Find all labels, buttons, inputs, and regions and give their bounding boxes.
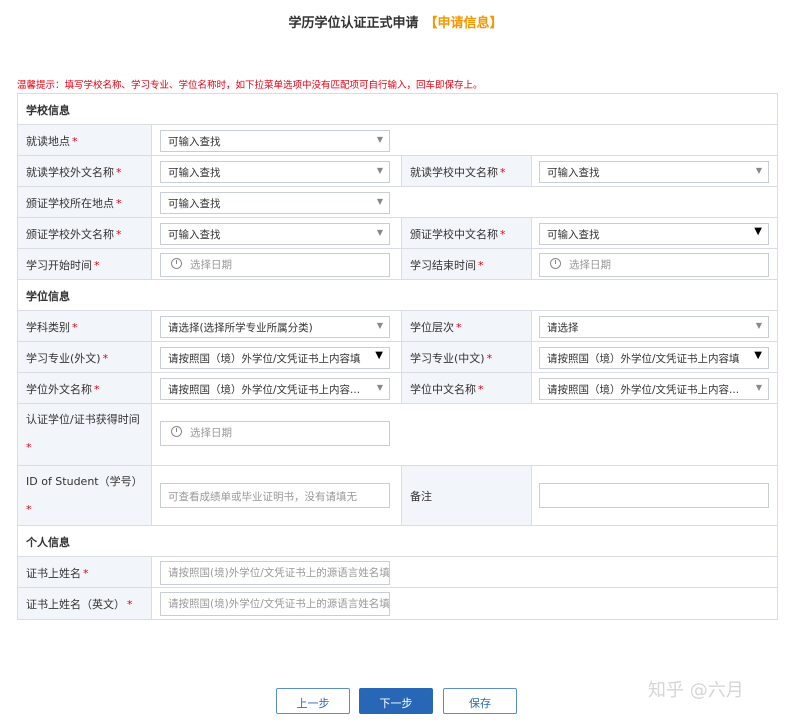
remarks-input[interactable] (539, 483, 769, 508)
degree-level-select[interactable]: 请选择 ▼ (539, 316, 769, 338)
remarks-label: 备注 (401, 466, 532, 525)
chevron-down-icon: ▼ (376, 383, 383, 392)
issuer-foreign-select[interactable]: 可输入查找 ▼ (160, 223, 390, 245)
chevron-down-icon: ▼ (755, 321, 762, 330)
clock-icon (171, 258, 182, 269)
degree-level-label: 学位层次 * (401, 311, 532, 341)
title-highlight: 【申请信息】 (424, 16, 503, 31)
row-study-location: 就读地点 * 可输入查找 ▼ (18, 125, 777, 156)
row-subject-level: 学科类别 * 请选择(选择所学专业所属分类) ▼ 学位层次 * 请选择 ▼ (18, 311, 777, 342)
major-chinese-label: 学习专业(中文) * (401, 342, 532, 372)
clock-icon (171, 426, 182, 437)
page-title: 学历学位认证正式申请 【申请信息】 (0, 12, 791, 31)
issuer-chinese-select[interactable]: 可输入查找 ▼ (539, 223, 769, 245)
section-school-info: 学校信息 (18, 94, 777, 125)
row-study-dates: 学习开始时间 * 选择日期 学习结束时间 * 选择日期 (18, 249, 777, 280)
study-location-select[interactable]: 可输入查找 ▼ (160, 130, 390, 152)
school-foreign-label: 就读学校外文名称 * (18, 156, 152, 186)
cert-name-input[interactable]: 请按照国(境)外学位/文凭证书上的源语言姓名填 (160, 561, 390, 585)
degree-obtained-time-datepicker[interactable]: 选择日期 (160, 421, 390, 446)
title-text: 学历学位认证正式申请 (288, 16, 419, 31)
school-chinese-select[interactable]: 可输入查找 ▼ (539, 161, 769, 183)
issuer-foreign-label: 颁证学校外文名称 * (18, 218, 152, 248)
chevron-down-icon: ▼ (755, 383, 762, 392)
student-id-input[interactable]: 可查看成绩单或毕业证明书，没有请填无 (160, 483, 390, 508)
start-time-datepicker[interactable]: 选择日期 (160, 253, 390, 277)
row-major: 学习专业(外文) * 请按照国（境）外学位/文凭证书上内容填 ▼ 学习专业(中文) *… (18, 342, 777, 373)
save-button[interactable]: 保存 (443, 688, 517, 714)
major-foreign-label: 学习专业(外文) * (18, 342, 152, 372)
end-time-datepicker[interactable]: 选择日期 (539, 253, 769, 277)
chevron-down-icon: ▼ (755, 166, 762, 175)
row-school-names: 就读学校外文名称 * 可输入查找 ▼ 就读学校中文名称 * 可输入查找 ▼ (18, 156, 777, 187)
school-chinese-label: 就读学校中文名称 * (401, 156, 532, 186)
chevron-down-icon: ▼ (754, 226, 762, 237)
chevron-down-icon: ▼ (375, 350, 383, 361)
start-time-label: 学习开始时间 * (18, 249, 152, 279)
major-foreign-select[interactable]: 请按照国（境）外学位/文凭证书上内容填 ▼ (160, 347, 390, 369)
row-issuer-location: 颁证学校所在地点 * 可输入查找 ▼ (18, 187, 777, 218)
chevron-down-icon: ▼ (376, 197, 383, 206)
warm-tip: 温馨提示：填写学校名称、学习专业、学位名称时，如下拉菜单选项中没有匹配项可自行输… (17, 80, 483, 91)
row-cert-name: 证书上姓名 * 请按照国(境)外学位/文凭证书上的源语言姓名填 (18, 557, 777, 588)
degree-obtained-time-label: 认证学位/证书获得时间 * (18, 404, 152, 465)
prev-step-button[interactable]: 上一步 (276, 688, 350, 714)
school-foreign-select[interactable]: 可输入查找 ▼ (160, 161, 390, 183)
issuer-location-select[interactable]: 可输入查找 ▼ (160, 192, 390, 214)
subject-category-select[interactable]: 请选择(选择所学专业所属分类) ▼ (160, 316, 390, 338)
chevron-down-icon: ▼ (376, 135, 383, 144)
cert-name-label: 证书上姓名 * (18, 557, 152, 587)
next-step-button[interactable]: 下一步 (359, 688, 433, 714)
issuer-chinese-label: 颁证学校中文名称 * (401, 218, 532, 248)
row-degree-names: 学位外文名称 * 请按照国（境）外学位/文凭证书上内容... ▼ 学位中文名称 * 请… (18, 373, 777, 404)
row-degree-obtained-time: 认证学位/证书获得时间 * 选择日期 (18, 404, 777, 466)
issuer-location-label: 颁证学校所在地点 * (18, 187, 152, 217)
watermark: 知乎 @六月 (648, 680, 744, 701)
section-degree-info: 学位信息 (18, 280, 777, 311)
degree-foreign-label: 学位外文名称 * (18, 373, 152, 403)
chevron-down-icon: ▼ (376, 321, 383, 330)
degree-chinese-label: 学位中文名称 * (401, 373, 532, 403)
subject-category-label: 学科类别 * (18, 311, 152, 341)
row-issuer-names: 颁证学校外文名称 * 可输入查找 ▼ 颁证学校中文名称 * 可输入查找 ▼ (18, 218, 777, 249)
cert-name-en-label: 证书上姓名（英文） * (18, 588, 152, 619)
row-student-id: ID of Student（学号） * 可查看成绩单或毕业证明书，没有请填无 备注 (18, 466, 777, 526)
cert-name-en-input[interactable]: 请按照国(境)外学位/文凭证书上的源语言姓名填 (160, 592, 390, 616)
chevron-down-icon: ▼ (376, 166, 383, 175)
row-cert-name-en: 证书上姓名（英文） * 请按照国(境)外学位/文凭证书上的源语言姓名填 (18, 588, 777, 619)
chevron-down-icon: ▼ (754, 350, 762, 361)
application-form: 学校信息 就读地点 * 可输入查找 ▼ 就读学校外文名称 * 可输入查找 ▼ 就读学校中… (17, 93, 778, 620)
degree-foreign-select[interactable]: 请按照国（境）外学位/文凭证书上内容... ▼ (160, 378, 390, 400)
student-id-label: ID of Student（学号） * (18, 466, 152, 525)
section-personal-info: 个人信息 (18, 526, 777, 557)
study-location-label: 就读地点 * (18, 125, 152, 155)
chevron-down-icon: ▼ (376, 228, 383, 237)
end-time-label: 学习结束时间 * (401, 249, 532, 279)
major-chinese-select[interactable]: 请按照国（境）外学位/文凭证书上内容填 ▼ (539, 347, 769, 369)
clock-icon (550, 258, 561, 269)
degree-chinese-select[interactable]: 请按照国（境）外学位/文凭证书上内容... ▼ (539, 378, 769, 400)
